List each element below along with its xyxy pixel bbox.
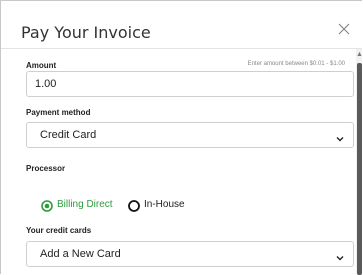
- payment-method-value: Credit Card: [40, 129, 97, 141]
- amount-value: 1.00: [35, 78, 57, 90]
- credit-cards-select[interactable]: Add a New Card: [26, 241, 354, 267]
- amount-input[interactable]: 1.00: [26, 71, 354, 97]
- processor-label: Processor: [26, 164, 66, 173]
- chevron-down-icon: [335, 131, 345, 142]
- amount-label: Amount: [26, 61, 57, 70]
- credit-cards-label: Your credit cards: [26, 226, 92, 235]
- amount-hint: Enter amount between $0.01 - $1.00: [247, 61, 345, 67]
- payment-method-select[interactable]: Credit Card: [26, 122, 354, 148]
- chevron-down-icon: [335, 250, 345, 261]
- payment-method-label: Payment method: [26, 108, 91, 117]
- radio-selected-icon: [41, 199, 53, 212]
- radio-unselected-icon: [128, 199, 140, 212]
- header-divider: [1, 48, 362, 49]
- radio-billing-direct-label: Billing Direct: [57, 199, 113, 210]
- scroll-up-icon[interactable]: ▲: [356, 50, 363, 60]
- close-icon[interactable]: [336, 21, 352, 37]
- pay-invoice-dialog: Pay Your Invoice ▲ Amount Enter amount b…: [0, 0, 363, 275]
- credit-cards-value: Add a New Card: [40, 248, 121, 260]
- scrollbar-thumb[interactable]: [357, 63, 362, 275]
- radio-in-house-label: In-House: [144, 199, 185, 210]
- dialog-title: Pay Your Invoice: [21, 23, 151, 42]
